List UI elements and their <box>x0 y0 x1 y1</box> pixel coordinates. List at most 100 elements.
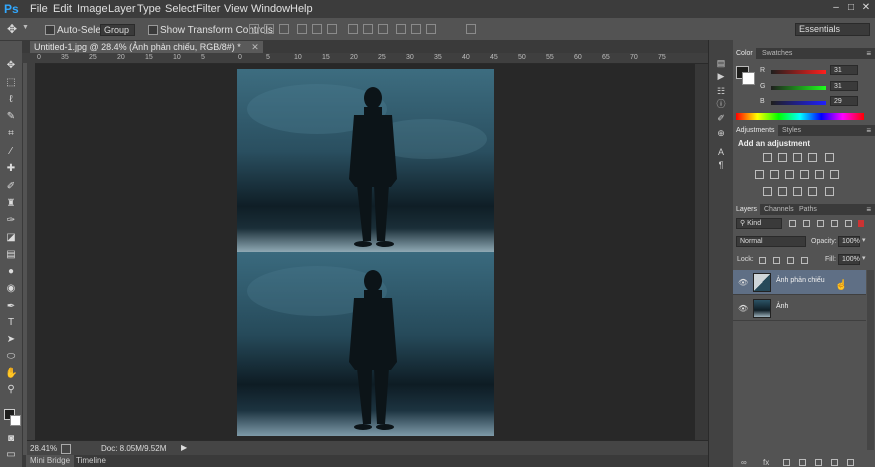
add-mask-icon[interactable] <box>783 459 790 466</box>
tab-channels[interactable]: Channels <box>761 204 797 215</box>
layer-kind-filter[interactable]: ⚲ Kind <box>736 218 782 229</box>
auto-align-icon[interactable] <box>466 24 476 34</box>
tab-paths[interactable]: Paths <box>796 204 820 215</box>
chevron-down-icon[interactable]: ▾ <box>862 254 866 262</box>
clone-source-icon[interactable]: ⊕ <box>716 128 726 138</box>
tab-close-icon[interactable]: ✕ <box>251 42 259 52</box>
distribute-top-icon[interactable] <box>348 24 358 34</box>
filter-shape-icon[interactable] <box>831 220 838 227</box>
color-lookup-icon[interactable] <box>830 170 839 179</box>
pen-tool-icon[interactable]: ✒ <box>5 301 17 313</box>
history-icon[interactable]: ▤ <box>716 58 726 68</box>
show-transform-checkbox[interactable] <box>148 25 158 35</box>
menu-edit[interactable]: Edit <box>53 3 72 15</box>
threshold-icon[interactable] <box>793 187 802 196</box>
layer-row[interactable]: 👁 Ảnh phản chiếu ☝ <box>733 270 866 295</box>
eyedropper-tool-icon[interactable]: ⁄ <box>5 146 17 158</box>
background-color-swatch[interactable] <box>10 415 21 426</box>
path-selection-tool-icon[interactable]: ➤ <box>5 334 17 346</box>
brush-presets-icon[interactable]: ✐ <box>716 113 726 123</box>
workspace-dropdown[interactable]: Essentials <box>795 23 870 36</box>
menu-view[interactable]: View <box>224 3 248 15</box>
move-tool-preset-icon[interactable]: ✥ <box>7 22 17 36</box>
tab-timeline[interactable]: Timeline <box>72 455 110 467</box>
layers-scrollbar[interactable] <box>867 270 874 450</box>
auto-select-checkbox[interactable] <box>45 25 55 35</box>
healing-brush-tool-icon[interactable]: ✚ <box>5 163 17 175</box>
fill-value[interactable]: 100% <box>838 254 860 265</box>
ruler-origin[interactable] <box>22 53 35 63</box>
actions-icon[interactable]: ▶ <box>716 71 726 81</box>
layer-name[interactable]: Ảnh phản chiếu <box>776 277 825 284</box>
align-right-icon[interactable] <box>327 24 337 34</box>
color-spectrum-bar[interactable] <box>736 113 864 120</box>
blur-tool-icon[interactable]: ● <box>5 266 17 278</box>
quick-mask-icon[interactable]: ◙ <box>5 433 17 445</box>
menu-image[interactable]: Image <box>77 3 108 15</box>
levels-icon[interactable] <box>778 153 787 162</box>
channel-g-value[interactable]: 31 <box>830 81 858 91</box>
color-background-swatch[interactable] <box>742 72 755 85</box>
crop-tool-icon[interactable]: ⌗ <box>5 128 17 140</box>
clone-stamp-tool-icon[interactable]: ♜ <box>5 198 17 210</box>
black-white-icon[interactable] <box>785 170 794 179</box>
quick-select-tool-icon[interactable]: ✎ <box>5 111 17 123</box>
filter-adjustment-icon[interactable] <box>803 220 810 227</box>
gradient-tool-icon[interactable]: ▤ <box>5 249 17 261</box>
vertical-scrollbar[interactable] <box>695 64 708 440</box>
screen-mode-icon[interactable]: ▭ <box>5 449 17 461</box>
selective-color-icon[interactable] <box>825 187 834 196</box>
lasso-tool-icon[interactable]: ℓ <box>5 94 17 106</box>
panel-menu-icon[interactable]: ≡ <box>866 48 871 59</box>
filter-type-icon[interactable] <box>817 220 824 227</box>
marquee-tool-icon[interactable]: ⬚ <box>5 77 17 89</box>
channel-r-value[interactable]: 31 <box>830 65 858 75</box>
curves-icon[interactable] <box>793 153 802 162</box>
filter-toggle-icon[interactable] <box>858 220 864 227</box>
history-brush-tool-icon[interactable]: ✑ <box>5 215 17 227</box>
zoom-tool-icon[interactable]: ⚲ <box>5 384 17 396</box>
share-icon[interactable] <box>61 444 71 454</box>
tab-mini-bridge[interactable]: Mini Bridge <box>26 455 75 467</box>
channel-b-value[interactable]: 29 <box>830 96 858 106</box>
link-layers-icon[interactable]: ∞ <box>741 458 747 467</box>
layer-row[interactable]: 👁 Ảnh <box>733 296 866 321</box>
tab-color[interactable]: Color <box>733 48 756 59</box>
tab-styles[interactable]: Styles <box>779 125 804 136</box>
ellipse-tool-icon[interactable]: ⬭ <box>5 351 17 363</box>
posterize-icon[interactable] <box>778 187 787 196</box>
chevron-down-icon[interactable]: ▼ <box>22 24 29 31</box>
layer-style-icon[interactable]: fx <box>763 458 769 467</box>
paragraph-icon[interactable]: ¶ <box>716 160 726 170</box>
chevron-down-icon[interactable]: ▾ <box>862 236 866 244</box>
channel-r-slider[interactable] <box>771 70 826 74</box>
document-tab[interactable]: Untitled-1.jpg @ 28.4% (Ảnh phản chiếu, … <box>30 41 263 53</box>
menu-type[interactable]: Type <box>137 3 161 15</box>
properties-icon[interactable]: ☷ <box>716 86 726 96</box>
vibrance-icon[interactable] <box>825 153 834 162</box>
lock-all-icon[interactable] <box>801 257 808 264</box>
close-button[interactable]: ✕ <box>860 2 872 14</box>
menu-help[interactable]: Help <box>290 3 313 15</box>
distribute-bottom-icon[interactable] <box>378 24 388 34</box>
distribute-right-icon[interactable] <box>426 24 436 34</box>
info-icon[interactable]: ⓘ <box>716 99 726 109</box>
auto-select-dropdown[interactable]: Group <box>100 24 135 36</box>
lock-image-icon[interactable] <box>773 257 780 264</box>
brightness-icon[interactable] <box>763 153 772 162</box>
filter-smart-object-icon[interactable] <box>845 220 852 227</box>
new-adjustment-layer-icon[interactable] <box>799 459 806 466</box>
channel-b-slider[interactable] <box>771 101 826 105</box>
opacity-value[interactable]: 100% <box>838 236 860 247</box>
panel-menu-icon[interactable]: ≡ <box>866 204 871 215</box>
channel-mixer-icon[interactable] <box>815 170 824 179</box>
maximize-button[interactable]: □ <box>845 2 857 14</box>
status-menu-arrow-icon[interactable]: ▶ <box>181 443 187 452</box>
distribute-left-icon[interactable] <box>396 24 406 34</box>
align-vcenter-icon[interactable] <box>264 24 274 34</box>
gradient-map-icon[interactable] <box>808 187 817 196</box>
panel-menu-icon[interactable]: ≡ <box>866 125 871 136</box>
tab-swatches[interactable]: Swatches <box>759 48 795 59</box>
brush-tool-icon[interactable]: ✐ <box>5 181 17 193</box>
filter-pixel-icon[interactable] <box>789 220 796 227</box>
